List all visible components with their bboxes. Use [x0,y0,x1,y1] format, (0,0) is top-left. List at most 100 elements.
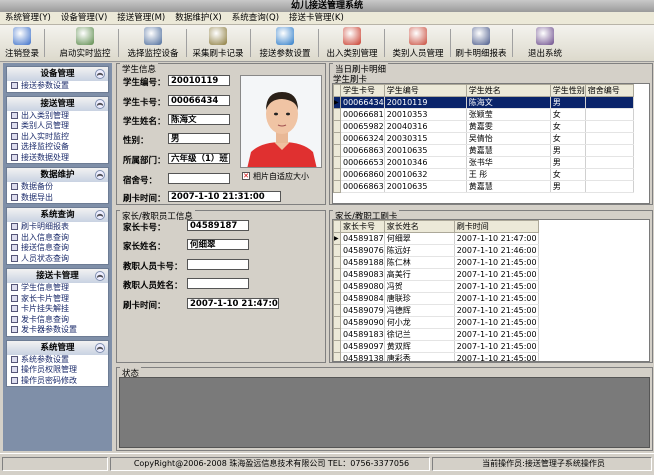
column-header[interactable]: 家长姓名 [383,220,455,233]
table-row[interactable]: 00066324 20030315 吴倩怡女 [333,132,634,145]
sidebar-group-header[interactable]: 系统查询 ︽ [7,208,108,222]
sidebar-item[interactable]: 学生信息管理 [7,283,108,294]
parent-swipes-grid[interactable]: 家长卡号 家长姓名 刷卡时间 ▶ 04589187 何细翠 2007-1-10 21:47:… [332,219,650,362]
sidebar-group-header[interactable]: 设备管理 ︽ [7,67,108,81]
toolbar-button-1[interactable]: 启动实时监控 [54,26,116,61]
table-row[interactable]: 04589188 陈仁林 2007-1-10 21:45:00 [333,256,539,269]
student-name-field[interactable]: 陈海文 [168,114,230,125]
sidebar-item[interactable]: 操作员权限管理 [7,365,108,376]
row-indicator [333,256,341,269]
student-card-field[interactable]: 00066434 [168,95,230,106]
column-header[interactable]: 学生姓名 [465,84,551,97]
table-row[interactable]: 04589138 唐彩秀 2007-1-10 21:45:00 [333,352,539,361]
student-swipes-grid[interactable]: 学生卡号 学生编号 学生姓名 学生性别 宿舍编号 ▶ 00066434 20010119 陈海文… [332,83,650,204]
collapse-chevron-icon[interactable]: ︽ [95,210,105,220]
row-indicator [333,352,341,361]
toolbar-button-6[interactable]: 类别人员管理 [388,26,448,61]
table-row[interactable]: 00066863 20010635 黄嘉慧男 [333,144,634,157]
sidebar-item[interactable]: 家长卡片管理 [7,294,108,305]
sidebar-item[interactable]: 系统参数设置 [7,355,108,366]
sidebar-item[interactable]: 出入信息查询 [7,233,108,244]
sidebar-item[interactable]: 人员状态查询 [7,254,108,265]
sidebar-item[interactable]: 选择监控设备 [7,142,108,153]
toolbar-button-7[interactable]: 刷卡明细报表 [452,26,510,61]
table-row[interactable]: 00066863 20010635 黄嘉慧男 [333,180,634,193]
column-header[interactable]: 学生性别 [549,84,586,97]
table-row[interactable]: 04589183 徐记兰 2007-1-10 21:45:00 [333,328,539,341]
sidebar-item-label: 出入实时监控 [21,131,69,141]
menu-item-5[interactable]: 接送卡管理(K) [284,12,349,25]
gender-field[interactable]: 男 [168,133,230,144]
toolbar-button-3[interactable]: 采集刷卡记录 [188,26,248,61]
table-row[interactable]: 04589079 冯德辉 2007-1-10 21:45:00 [333,304,539,317]
sidebar-group-header[interactable]: 接送卡管理 ︽ [7,269,108,283]
table-row[interactable]: 00066860 20010632 王 彤女 [333,168,634,181]
menu-item-0[interactable]: 系统管理(Y) [0,12,56,25]
collapse-chevron-icon[interactable]: ︽ [95,271,105,281]
collapse-chevron-icon[interactable]: ︽ [95,342,105,353]
column-header[interactable]: 学生卡号 [340,84,385,97]
column-header[interactable]: 刷卡时间 [453,220,539,233]
table-cell: 男 [550,144,586,157]
table-row[interactable]: 04589076 陈远好 2007-1-10 21:46:00 [333,244,539,257]
toolbar-button-5[interactable]: 出入类别管理 [322,26,382,61]
table-row[interactable]: 00066681 20010353 张颖莹女 [333,108,634,121]
table-cell: 04589097 [340,340,385,353]
sidebar-item[interactable]: 接送数据处理 [7,153,108,164]
student-id-field[interactable]: 20010119 [168,75,230,86]
toolbar-button-4[interactable]: 接送参数设置 [254,26,316,61]
table-row[interactable]: 00065982 20040316 黄嘉雯女 [333,120,634,133]
menu-item-2[interactable]: 接送管理(M) [112,12,170,25]
toolbar-button-8[interactable]: 退出系统 [520,26,570,61]
student-swipe-time-field[interactable]: 2007-1-10 21:31:00 [168,191,281,202]
table-row[interactable]: ▶ 00066434 20010119 陈海文男 [333,96,634,109]
parent-name-field[interactable]: 何细翠 [187,239,249,250]
collapse-chevron-icon[interactable]: ︽ [95,170,105,180]
parent-name-label: 家长姓名： [123,242,166,252]
table-row[interactable]: 00066653 20010346 张书华男 [333,156,634,169]
table-row[interactable]: 04589083 高美行 2007-1-10 21:45:00 [333,268,539,281]
column-header[interactable]: 学生编号 [383,84,467,97]
report-icon [472,27,490,45]
toolbar-button-0[interactable]: 注销登录 [2,26,42,61]
dorm-field[interactable] [168,173,230,184]
sidebar-group-header[interactable]: 接送管理 ︽ [7,96,108,111]
sidebar-item[interactable]: 类别人员管理 [7,121,108,132]
parent-swipe-time-field[interactable]: 2007-1-10 21:47:00 [187,298,279,309]
sidebar-item[interactable]: 发卡器参数设置 [7,325,108,336]
sidebar-item[interactable]: 卡片挂失解挂 [7,304,108,315]
sidebar-item[interactable]: 出入类别管理 [7,111,108,122]
table-row[interactable]: 04589090 何小龙 2007-1-10 21:45:00 [333,316,539,329]
sidebar-item[interactable]: 接送信息查询 [7,243,108,254]
menu-item-1[interactable]: 设备管理(V) [56,12,112,25]
column-header[interactable]: 家长卡号 [340,220,385,233]
table-row[interactable]: 04589097 黄双辉 2007-1-10 21:45:00 [333,340,539,353]
menu-item-3[interactable]: 数据维护(X) [170,12,226,25]
sidebar-item[interactable]: 发卡信息查询 [7,315,108,326]
sidebar-item[interactable]: 数据备份 [7,182,108,193]
column-header[interactable]: 宿舍编号 [584,84,634,97]
dept-field[interactable]: 六年级（1）班 [168,153,230,164]
menu-item-4[interactable]: 系统查询(Q) [227,12,284,25]
collapse-chevron-icon[interactable]: ︽ [95,69,105,79]
table-cell [585,156,634,169]
sidebar-group-header[interactable]: 系统管理 ︽ [7,340,108,355]
menu-item-icon [11,132,18,140]
sidebar-item[interactable]: 刷卡明细报表 [7,222,108,233]
table-row[interactable]: ▶ 04589187 何细翠 2007-1-10 21:47:00 [333,232,539,245]
collapse-chevron-icon[interactable]: ︽ [95,98,105,109]
sidebar-item[interactable]: 接送参数设置 [7,81,108,92]
sidebar-item[interactable]: 数据导出 [7,193,108,204]
sidebar-group-header[interactable]: 数据维护 ︽ [7,168,108,182]
sidebar-item[interactable]: 操作员密码修改 [7,376,108,387]
staff-card-field[interactable] [187,259,249,270]
parent-card-field[interactable]: 04589187 [187,220,249,231]
staff-name-field[interactable] [187,278,249,289]
sidebar-item[interactable]: 出入实时监控 [7,132,108,143]
table-row[interactable]: 04589080 冯贺 2007-1-10 21:45:00 [333,280,539,293]
photo-autofit-checkbox[interactable]: ✕ [242,172,250,180]
table-row[interactable]: 04589084 唐联珍 2007-1-10 21:45:00 [333,292,539,305]
table-cell: 2007-1-10 21:45:00 [454,340,539,353]
table-cell: 2007-1-10 21:45:00 [454,316,539,329]
toolbar-button-2[interactable]: 选择监控设备 [122,26,184,61]
